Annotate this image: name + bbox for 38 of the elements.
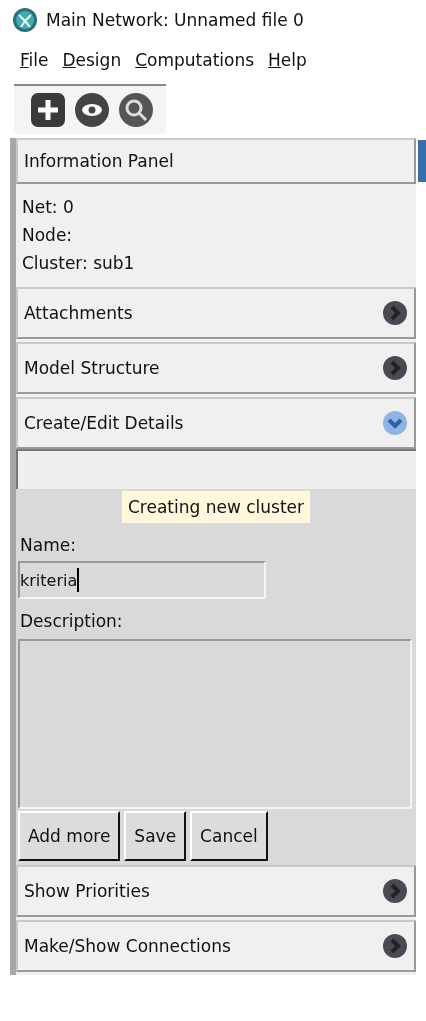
info-text: Net: 0	[22, 196, 75, 219]
section-header[interactable]: Create/Edit Details	[16, 397, 417, 449]
window-title: Main Network: Unnamed file 0	[46, 10, 304, 30]
section-header[interactable]: Attachments	[16, 287, 417, 339]
scrollbar-strip	[418, 140, 426, 182]
section-header[interactable]: Show Priorities	[16, 865, 417, 917]
menu-item[interactable]: Help	[268, 50, 307, 70]
collapse-chevron-icon[interactable]	[382, 410, 409, 436]
magnifier-icon[interactable]	[118, 92, 154, 128]
field-label: Description:	[19, 610, 124, 633]
plus-icon[interactable]	[30, 92, 66, 128]
info-text: Cluster: sub1	[22, 252, 136, 275]
section-header[interactable]: Model Structure	[16, 342, 417, 394]
section-title: Attachments	[24, 303, 133, 323]
field-label: Name:	[19, 534, 77, 557]
section-title: Make/Show Connections	[24, 936, 231, 956]
expand-chevron-icon[interactable]	[382, 300, 409, 326]
blank-field[interactable]	[16, 449, 417, 489]
section-header[interactable]: Make/Show Connections	[16, 920, 417, 972]
section-title: Create/Edit Details	[24, 413, 184, 433]
tooltip: Creating new cluster	[121, 491, 311, 523]
section-title: Show Priorities	[24, 881, 150, 901]
eye-icon[interactable]	[74, 92, 110, 128]
action-button[interactable]: Add more	[18, 811, 121, 861]
description-field[interactable]	[18, 639, 412, 809]
menu-item[interactable]: Computations	[135, 50, 255, 70]
expand-chevron-icon[interactable]	[382, 933, 409, 959]
name-field[interactable]: kriteria	[18, 561, 266, 599]
section-title: Model Structure	[24, 358, 160, 378]
panel-header: Information Panel	[16, 138, 417, 184]
expand-chevron-icon[interactable]	[382, 355, 409, 381]
expand-chevron-icon[interactable]	[382, 878, 409, 904]
info-text: Node:	[22, 224, 74, 247]
menu-item[interactable]: File	[20, 50, 49, 70]
action-button[interactable]: Cancel	[190, 811, 268, 861]
app-logo-icon	[12, 7, 38, 33]
menu-item[interactable]: Design	[62, 50, 122, 70]
action-button[interactable]: Save	[124, 811, 187, 861]
